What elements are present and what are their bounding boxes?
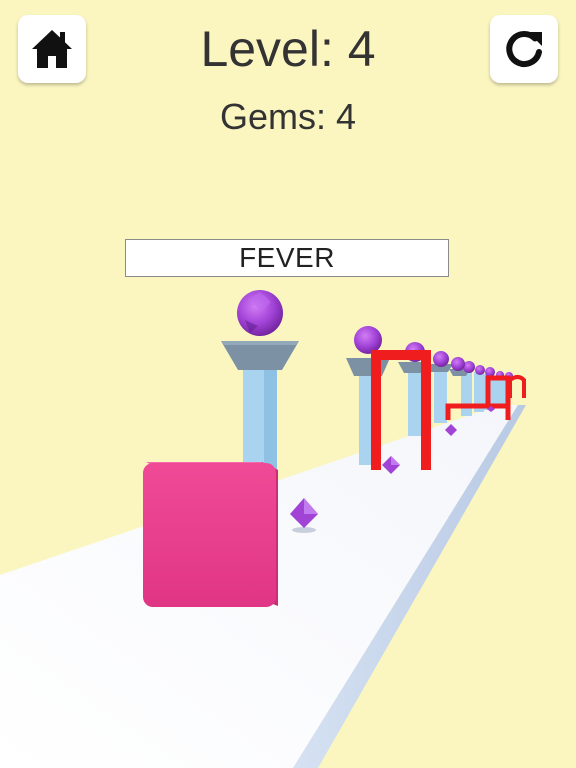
level-label: Level: 4 [200, 21, 376, 77]
player-cube [143, 462, 278, 607]
gems-counter: Gems: 4 [219, 96, 357, 137]
near-pillar [221, 290, 299, 470]
fever-meter: FEVER [125, 239, 449, 277]
fever-label: FEVER [239, 242, 335, 273]
